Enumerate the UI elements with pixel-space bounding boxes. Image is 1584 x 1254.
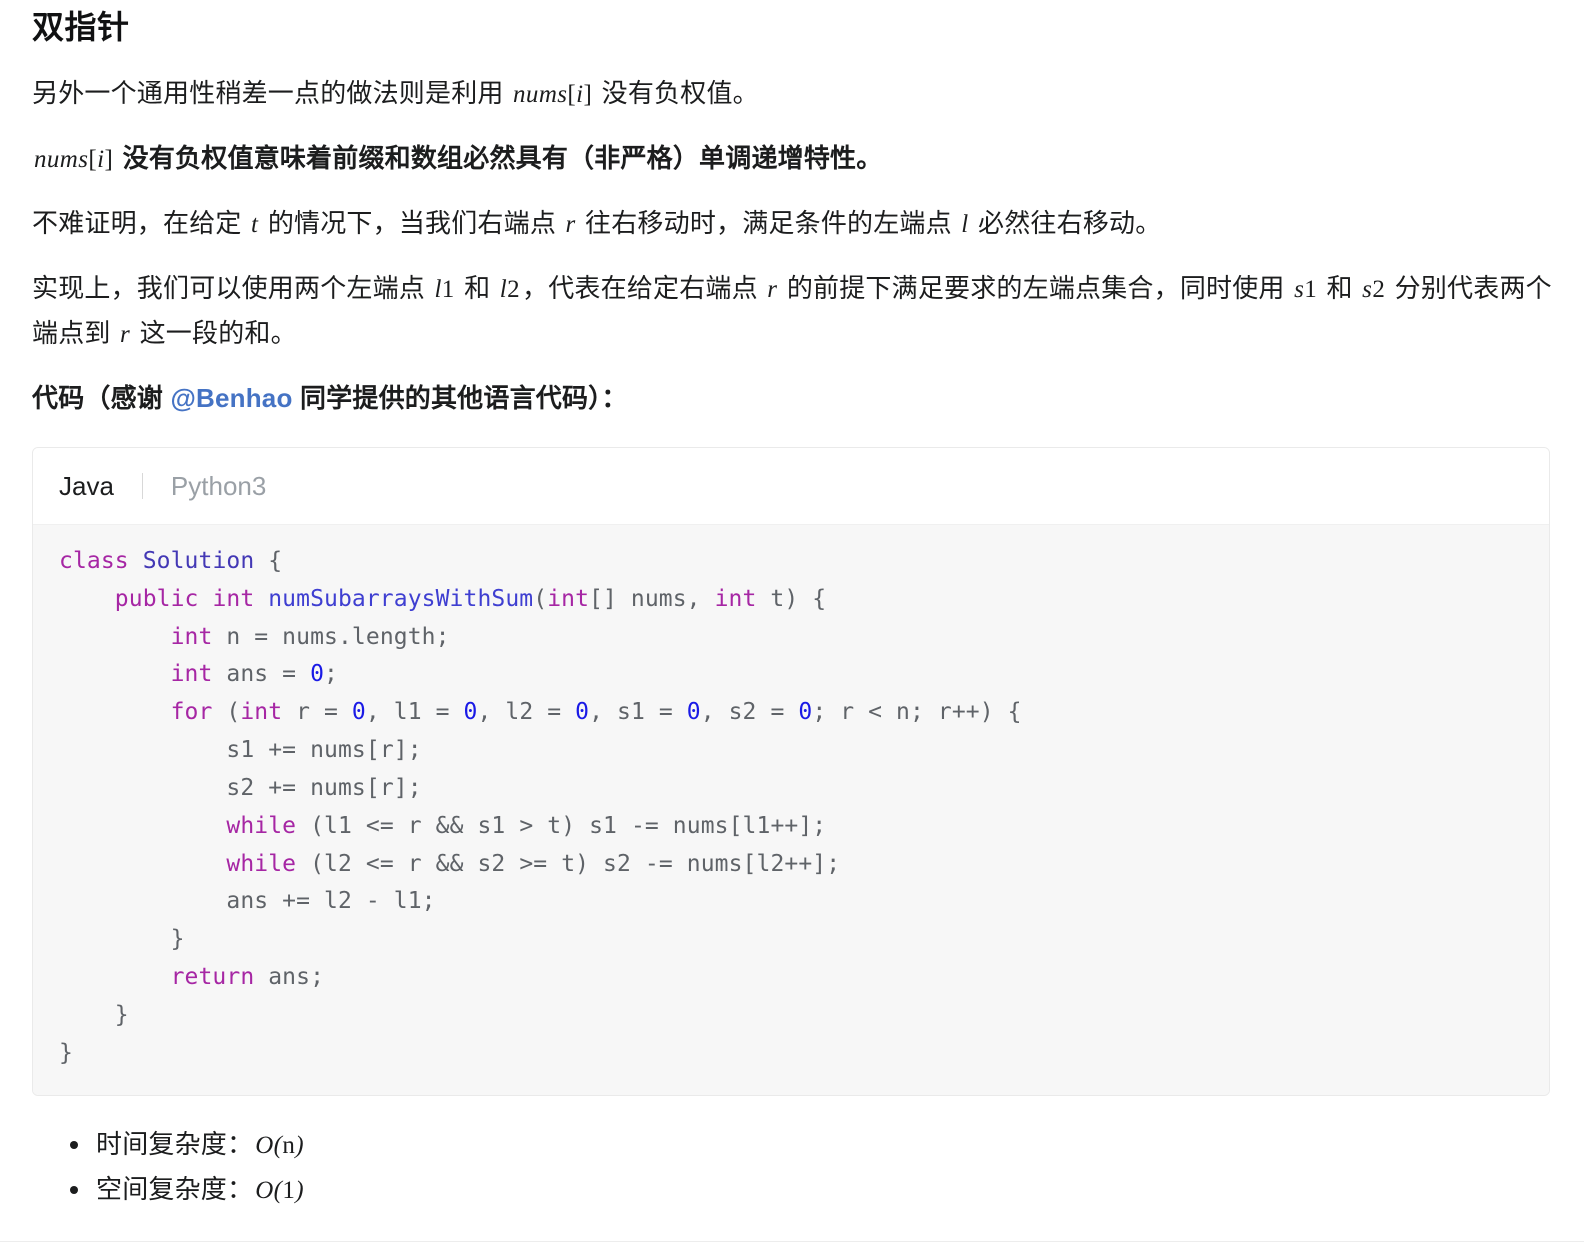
paragraph-4: 实现上，我们可以使用两个左端点 l1 和 l2，代表在给定右端点 r 的前提下满… [32,273,1552,349]
complexity-label: 时间复杂度： [96,1128,254,1159]
code-intro-suffix: 同学提供的其他语言代码）： [292,383,628,414]
inline-math: r [120,321,131,349]
paragraph-3: 不难证明，在给定 t 的情况下，当我们右端点 r 往右移动时，满足条件的左端点 … [32,208,1162,239]
inline-math: l2 [499,276,521,304]
code-block-card: Java Python3 class Solution { public int… [32,446,1550,1096]
complexity-value: O(1) [255,1176,305,1204]
paragraph-1: 另外一个通用性稍差一点的做法则是利用 nums[i] 没有负权值。 [32,78,759,109]
complexity-list: 时间复杂度：O(n) 空间复杂度：O(1) [32,1122,1552,1212]
inline-math: l1 [434,276,455,304]
code-intro: 代码（感谢 @Benhao 同学提供的其他语言代码）： [32,376,1552,421]
inline-math: t [251,211,259,239]
source-code[interactable]: class Solution { public int numSubarrays… [33,543,1549,1073]
inline-math: l [961,211,969,239]
code-body: class Solution { public int numSubarrays… [33,523,1549,1095]
complexity-label: 空间复杂度： [96,1173,254,1204]
article-page: 双指针 另外一个通用性稍差一点的做法则是利用 nums[i] 没有负权值。 nu… [0,0,1584,1242]
tab-python3[interactable]: Python3 [167,473,270,499]
inline-math: r [767,276,778,304]
benhao-user-link[interactable]: @Benhao [170,383,292,413]
inline-math: nums[i] [513,81,593,109]
tab-java[interactable]: Java [55,473,118,499]
code-language-tabs: Java Python3 [33,447,1549,524]
section-divider [0,1241,1584,1242]
tab-divider [141,472,143,499]
list-item: 时间复杂度：O(n) [66,1122,1552,1167]
inline-math: nums[i] [34,146,114,174]
paragraph-2: nums[i] 没有负权值意味着前缀和数组必然具有（非严格）单调递增特性。 [34,143,883,174]
inline-math: s1 [1294,276,1318,304]
complexity-value: O(n) [255,1131,305,1159]
page-title: 双指针 [32,9,130,45]
list-item: 空间复杂度：O(1) [66,1167,1552,1212]
code-intro-prefix: 代码（感谢 [32,383,171,414]
inline-math: r [565,211,576,239]
inline-math: s2 [1362,276,1386,304]
